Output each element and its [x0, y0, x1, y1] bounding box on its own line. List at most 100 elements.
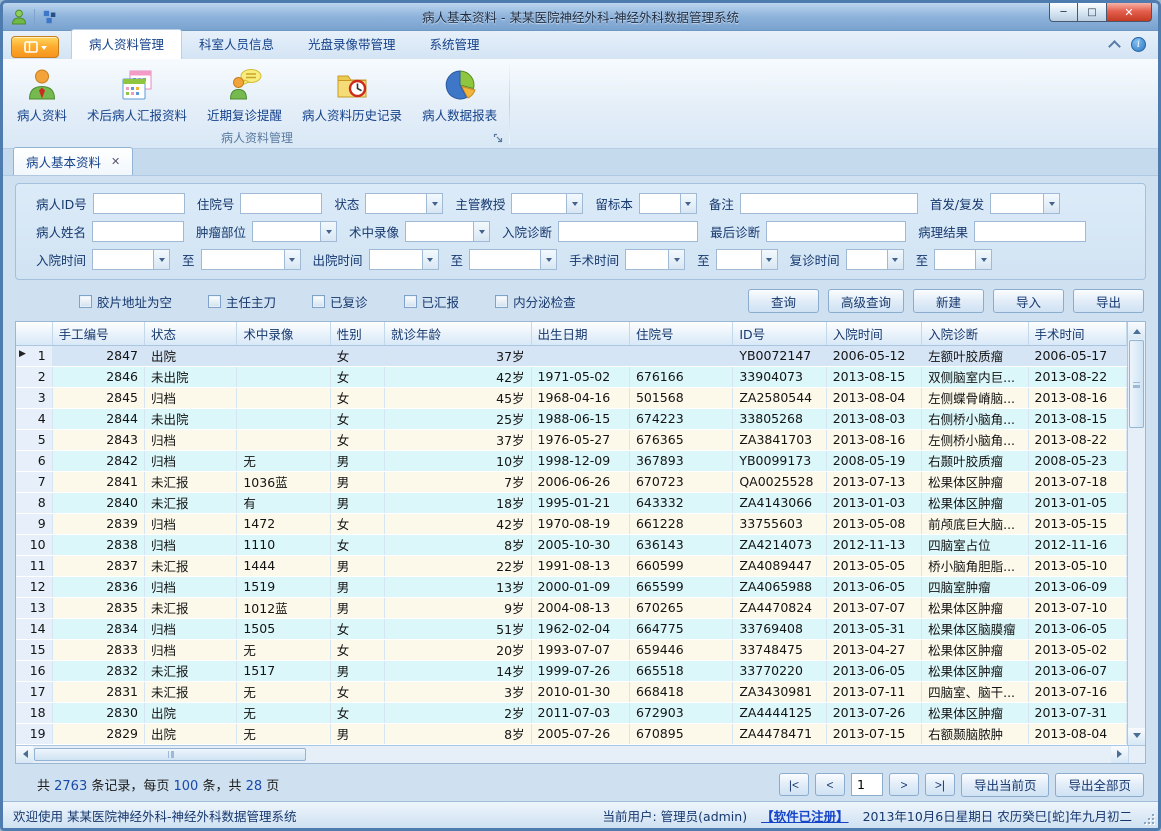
admission-date-from-combo[interactable] — [92, 249, 170, 270]
table-row[interactable]: 22846未出院女42岁1971-05-02676166339040732013… — [16, 366, 1127, 387]
query-button[interactable]: 查询 — [748, 289, 819, 313]
surgery-date-to-combo[interactable] — [716, 249, 778, 270]
scroll-left-icon[interactable] — [16, 746, 33, 763]
maximize-button[interactable]: □ — [1078, 3, 1107, 22]
patient-name-value[interactable] — [93, 222, 183, 241]
chief-professor-value[interactable] — [512, 194, 566, 213]
table-row[interactable]: 42844未出院女25岁1988-06-15674223338052682013… — [16, 408, 1127, 429]
registered-link[interactable]: 【软件已注册】 — [761, 806, 849, 825]
chief-surgeon-checkbox[interactable]: 主任主刀 — [208, 292, 276, 311]
column-header[interactable]: 住院号 — [629, 322, 732, 345]
row-indicator-header[interactable] — [16, 322, 52, 345]
table-row[interactable]: 112837未汇报1444男22岁1991-08-13660599ZA40894… — [16, 555, 1127, 576]
page-number-input[interactable] — [851, 773, 883, 796]
page-last-button[interactable]: >| — [925, 773, 955, 796]
chevron-down-icon[interactable] — [153, 250, 169, 269]
chevron-down-icon[interactable] — [761, 250, 777, 269]
table-row[interactable]: 182830出院无女2岁2011-07-03672903ZA4444125201… — [16, 702, 1127, 723]
chevron-down-icon[interactable] — [680, 194, 696, 213]
remarks-input[interactable] — [740, 193, 918, 214]
first-or-relapse-value[interactable] — [991, 194, 1043, 213]
remarks-value[interactable] — [741, 194, 917, 213]
collapse-ribbon-icon[interactable] — [1108, 40, 1121, 53]
new-button[interactable]: 新建 — [913, 289, 984, 313]
first-or-relapse-combo[interactable] — [990, 193, 1060, 214]
chevron-down-icon[interactable] — [566, 194, 582, 213]
import-button[interactable]: 导入 — [993, 289, 1064, 313]
table-row[interactable]: ▶12847出院女37岁YB00721472006-05-12左额叶胶质瘤200… — [16, 345, 1127, 366]
followup-date-to-combo[interactable] — [934, 249, 992, 270]
final-diagnosis-input[interactable] — [766, 221, 906, 242]
film-address-empty-checkbox[interactable]: 胶片地址为空 — [79, 292, 172, 311]
table-row[interactable]: 142834归档1505女51岁1962-02-0466477533769408… — [16, 618, 1127, 639]
chevron-down-icon[interactable] — [473, 222, 489, 241]
pathology-result-input[interactable] — [974, 221, 1086, 242]
table-row[interactable]: 162832未汇报1517男14岁1999-07-266655183377022… — [16, 660, 1127, 681]
final-diagnosis-value[interactable] — [767, 222, 905, 241]
chevron-down-icon[interactable] — [975, 250, 991, 269]
dialog-launcher-icon[interactable] — [493, 133, 504, 144]
reported-checkbox[interactable]: 已汇报 — [404, 292, 460, 311]
tab-disc-video-management[interactable]: 光盘录像带管理 — [291, 29, 413, 59]
page-next-button[interactable]: > — [889, 773, 919, 796]
status-combo[interactable] — [365, 193, 443, 214]
column-header[interactable]: 性别 — [330, 322, 384, 345]
followup-date-from-value[interactable] — [847, 250, 887, 269]
table-row[interactable]: 102838归档1110女8岁2005-10-30636143ZA4214073… — [16, 534, 1127, 555]
scroll-down-icon[interactable] — [1128, 728, 1145, 745]
table-row[interactable]: 92839归档1472女42岁1970-08-19661228337556032… — [16, 513, 1127, 534]
info-icon[interactable]: i — [1131, 37, 1146, 52]
chevron-down-icon[interactable] — [320, 222, 336, 241]
column-header[interactable]: 手工编号 — [52, 322, 144, 345]
scroll-up-icon[interactable] — [1128, 322, 1145, 339]
discharge-date-from-value[interactable] — [370, 250, 422, 269]
tumor-site-combo[interactable] — [252, 221, 337, 242]
intraop-video-combo[interactable] — [405, 221, 490, 242]
advanced-query-button[interactable]: 高级查询 — [828, 289, 904, 313]
chief-professor-combo[interactable] — [511, 193, 583, 214]
checkbox-icon[interactable] — [79, 295, 92, 308]
status-value[interactable] — [366, 194, 426, 213]
close-tab-icon[interactable]: ✕ — [111, 156, 120, 167]
table-row[interactable]: 62842归档无男10岁1998-12-09367893YB0099173200… — [16, 450, 1127, 471]
scrollbar-horizontal[interactable] — [16, 746, 1128, 763]
column-header[interactable]: 就诊年龄 — [384, 322, 531, 345]
column-header[interactable]: ID号 — [733, 322, 826, 345]
patient-id-input[interactable] — [93, 193, 185, 214]
patient-history-button[interactable]: 病人资料历史记录 — [292, 62, 412, 127]
followup-reminder-button[interactable]: 近期复诊提醒 — [197, 62, 292, 127]
chevron-down-icon[interactable] — [422, 250, 438, 269]
followup-date-from-combo[interactable] — [846, 249, 904, 270]
column-header[interactable]: 手术时间 — [1028, 322, 1126, 345]
tab-system-management[interactable]: 系统管理 — [413, 29, 497, 59]
chevron-down-icon[interactable] — [284, 250, 300, 269]
patient-name-input[interactable] — [92, 221, 184, 242]
checkbox-icon[interactable] — [495, 295, 508, 308]
followup-date-to-value[interactable] — [935, 250, 975, 269]
checkbox-icon[interactable] — [312, 295, 325, 308]
chevron-down-icon[interactable] — [426, 194, 442, 213]
column-header[interactable]: 术中录像 — [237, 322, 330, 345]
admission-diagnosis-input[interactable] — [558, 221, 698, 242]
discharge-date-to-combo[interactable] — [469, 249, 557, 270]
scrollbar-horizontal-thumb[interactable] — [34, 748, 306, 761]
surgery-date-from-combo[interactable] — [625, 249, 685, 270]
table-row[interactable]: 32845归档女45岁1968-04-16501568ZA25805442013… — [16, 387, 1127, 408]
admission-date-to-value[interactable] — [202, 250, 284, 269]
specimen-kept-combo[interactable] — [639, 193, 697, 214]
minimize-button[interactable]: ─ — [1049, 3, 1078, 22]
export-current-page-button[interactable]: 导出当前页 — [961, 773, 1050, 797]
admission-no-input[interactable] — [240, 193, 322, 214]
export-button[interactable]: 导出 — [1073, 289, 1144, 313]
chevron-down-icon[interactable] — [887, 250, 903, 269]
table-row[interactable]: 172831未汇报无女3岁2010-01-30668418ZA343098120… — [16, 681, 1127, 702]
patient-id-value[interactable] — [94, 194, 184, 213]
discharge-date-to-value[interactable] — [470, 250, 540, 269]
postop-report-button[interactable]: 术后病人汇报资料 — [77, 62, 197, 127]
tumor-site-value[interactable] — [253, 222, 320, 241]
tab-department-staff-info[interactable]: 科室人员信息 — [182, 29, 291, 59]
endocrine-exam-checkbox[interactable]: 内分泌检查 — [495, 292, 576, 311]
surgery-date-to-value[interactable] — [717, 250, 761, 269]
tab-patient-data-management[interactable]: 病人资料管理 — [71, 29, 182, 59]
intraop-video-value[interactable] — [406, 222, 473, 241]
